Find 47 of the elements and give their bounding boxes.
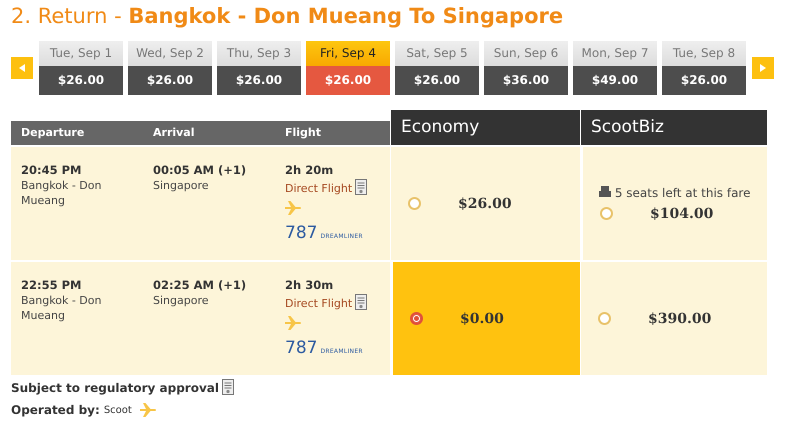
plane-icon xyxy=(285,316,301,330)
seat-icon xyxy=(599,186,611,196)
fare-class-header: Economy xyxy=(391,110,580,145)
arrival-airport: Singapore xyxy=(153,178,210,193)
fare-price: $390.00 xyxy=(648,310,712,326)
operator-name: Scoot xyxy=(104,404,132,416)
flight-duration: 2h 30m xyxy=(285,278,334,293)
aircraft-number: 787 xyxy=(285,338,318,358)
column-header: Flight xyxy=(275,121,390,145)
fare-cell[interactable]: $26.00 xyxy=(391,147,580,260)
radio-button[interactable] xyxy=(408,197,421,210)
next-button[interactable] xyxy=(752,56,774,78)
operated-by-label: Operated by: xyxy=(11,403,100,417)
departure-time: 20:45 PM xyxy=(21,163,82,178)
fare-price: $26.00 xyxy=(458,196,512,212)
seats-note: 5 seats left at this fare xyxy=(599,186,751,200)
flight-type[interactable]: Direct Flight xyxy=(285,182,352,195)
radio-button[interactable] xyxy=(600,207,613,220)
flight-duration: 2h 20m xyxy=(285,163,334,178)
arrival-airport: Singapore xyxy=(153,293,210,308)
document-icon xyxy=(355,294,368,310)
column-header: Arrival xyxy=(143,121,275,145)
document-icon xyxy=(355,179,368,195)
fare-cell[interactable]: 5 seats left at this fare $104.00 xyxy=(583,147,767,260)
page-title: 2. Return - Bangkok - Don Mueang To Singapore xyxy=(11,4,564,28)
fare-price: $0.00 xyxy=(460,310,504,326)
column-header: Departure xyxy=(11,121,143,145)
fare-class-header: ScootBiz xyxy=(581,110,767,145)
fare-cell[interactable]: $390.00 xyxy=(581,262,767,375)
fare-price: $104.00 xyxy=(650,206,714,222)
radio-button[interactable] xyxy=(598,312,611,325)
departure-time: 22:55 PM xyxy=(21,278,82,293)
regulatory-note: Subject to regulatory approval xyxy=(11,381,219,395)
caret-right-icon xyxy=(760,64,766,72)
plane-icon xyxy=(140,403,156,417)
previous-button[interactable] xyxy=(11,56,33,78)
aircraft-number: 787 xyxy=(285,223,318,243)
arrival-time: 02:25 AM (+1) xyxy=(153,278,248,293)
arrival-time: 00:05 AM (+1) xyxy=(153,163,248,178)
departure-airport: Bangkok - Don Mueang xyxy=(21,178,102,208)
caret-left-icon xyxy=(19,64,25,72)
plane-icon xyxy=(285,201,301,215)
flight-type[interactable]: Direct Flight xyxy=(285,297,352,310)
fare-cell[interactable]: $0.00 xyxy=(393,262,580,375)
departure-airport: Bangkok - Don Mueang xyxy=(21,293,102,323)
document-icon xyxy=(222,379,234,395)
radio-button[interactable] xyxy=(410,312,423,325)
